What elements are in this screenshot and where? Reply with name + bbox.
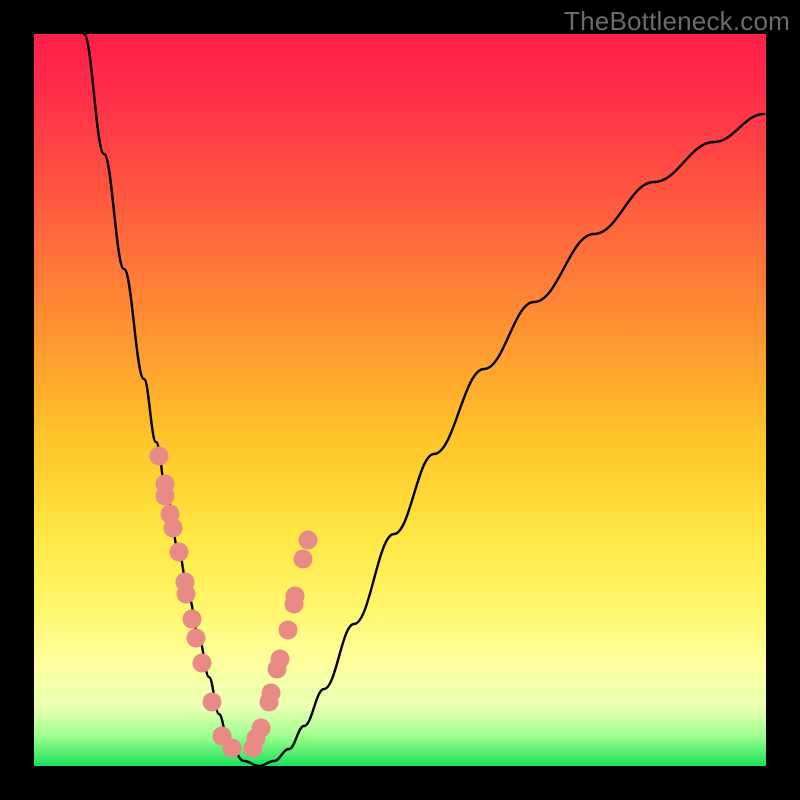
marker-dot — [252, 719, 271, 738]
marker-dot — [279, 621, 298, 640]
watermark-text: TheBottleneck.com — [564, 6, 790, 37]
marker-dot — [193, 654, 212, 673]
bottleneck-curve — [84, 34, 764, 766]
marker-dot — [299, 531, 318, 550]
plot-area — [34, 34, 766, 766]
marker-dot — [262, 684, 281, 703]
marker-dot — [223, 739, 242, 758]
marker-dot — [187, 629, 206, 648]
marker-dot — [156, 487, 175, 506]
marker-dot — [170, 543, 189, 562]
marker-dot — [286, 587, 305, 606]
marker-dot — [150, 447, 169, 466]
marker-dot — [203, 693, 222, 712]
chart-frame: TheBottleneck.com — [0, 0, 800, 800]
marker-dot — [177, 585, 196, 604]
chart-svg — [34, 34, 766, 766]
marker-group — [150, 447, 318, 758]
marker-dot — [183, 610, 202, 629]
marker-dot — [294, 550, 313, 569]
marker-dot — [164, 519, 183, 538]
marker-dot — [271, 650, 290, 669]
